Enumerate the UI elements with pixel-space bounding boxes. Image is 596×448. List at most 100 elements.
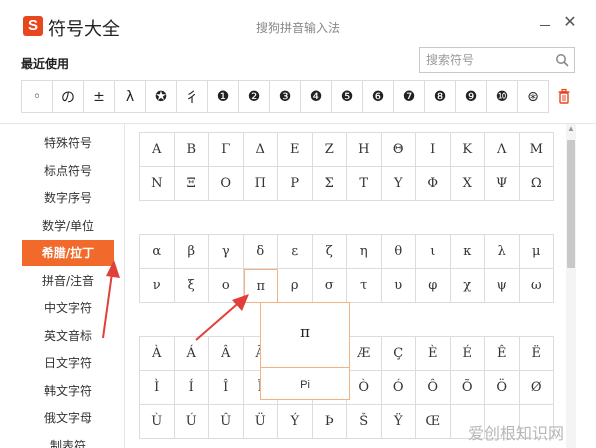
symbol-cell[interactable]: Ν	[140, 167, 175, 201]
symbol-cell[interactable]: Ο	[209, 167, 244, 201]
symbol-cell[interactable]: α	[140, 235, 175, 269]
symbol-cell[interactable]: Ì	[140, 371, 175, 405]
sidebar-item-3[interactable]: 数学/单位	[22, 213, 114, 239]
symbol-cell[interactable]: Ô	[416, 371, 451, 405]
recent-symbol[interactable]: の	[53, 81, 84, 112]
recent-symbol[interactable]: ⊛	[518, 81, 548, 112]
sidebar-item-6[interactable]: 中文字符	[22, 295, 114, 321]
symbol-cell[interactable]: Û	[209, 405, 244, 439]
recent-symbol[interactable]: ❹	[301, 81, 332, 112]
sidebar-item-1[interactable]: 标点符号	[22, 158, 114, 184]
symbol-cell[interactable]: Î	[209, 371, 244, 405]
symbol-cell[interactable]: ν	[140, 269, 175, 303]
symbol-cell[interactable]: τ	[347, 269, 382, 303]
symbol-cell[interactable]: Á	[174, 337, 209, 371]
symbol-cell[interactable]: Φ	[416, 167, 451, 201]
symbol-cell[interactable]: Ë	[519, 337, 554, 371]
symbol-cell[interactable]: κ	[450, 235, 485, 269]
sidebar-item-9[interactable]: 韩文字符	[22, 378, 114, 404]
sidebar-item-4[interactable]: 希腊/拉丁	[22, 240, 114, 266]
symbol-cell[interactable]: χ	[450, 269, 485, 303]
symbol-cell[interactable]: Ü	[243, 405, 278, 439]
symbol-cell[interactable]: Ç	[381, 337, 416, 371]
symbol-cell[interactable]: Í	[174, 371, 209, 405]
symbol-cell[interactable]: Ê	[485, 337, 520, 371]
sidebar-item-10[interactable]: 俄文字母	[22, 405, 114, 431]
symbol-cell[interactable]: Ω	[519, 167, 554, 201]
symbol-cell[interactable]: η	[347, 235, 382, 269]
symbol-cell[interactable]: π	[243, 269, 278, 303]
symbol-cell[interactable]: Æ	[347, 337, 382, 371]
symbol-cell[interactable]: Κ	[450, 133, 485, 167]
sidebar-item-5[interactable]: 拼音/注音	[22, 268, 114, 294]
search-icon[interactable]	[555, 53, 569, 67]
symbol-cell[interactable]: ψ	[485, 269, 520, 303]
symbol-cell[interactable]: γ	[209, 235, 244, 269]
recent-symbol[interactable]: ❽	[425, 81, 456, 112]
search-box[interactable]	[419, 47, 575, 73]
symbol-cell[interactable]: μ	[519, 235, 554, 269]
symbol-cell[interactable]: Η	[347, 133, 382, 167]
recent-symbol[interactable]: ✪	[146, 81, 177, 112]
symbol-cell[interactable]: σ	[312, 269, 347, 303]
symbol-cell[interactable]: Σ	[312, 167, 347, 201]
symbol-cell[interactable]: Β	[174, 133, 209, 167]
symbol-cell[interactable]: δ	[243, 235, 278, 269]
sidebar-item-8[interactable]: 日文字符	[22, 350, 114, 376]
sidebar-item-0[interactable]: 特殊符号	[22, 130, 114, 156]
symbol-cell[interactable]: Ε	[278, 133, 313, 167]
symbol-cell[interactable]: Ø	[519, 371, 554, 405]
recent-symbol[interactable]: ◦	[22, 81, 53, 112]
symbol-cell[interactable]: Ζ	[312, 133, 347, 167]
symbol-cell[interactable]: Θ	[381, 133, 416, 167]
symbol-cell[interactable]: ω	[519, 269, 554, 303]
close-button[interactable]: ✕	[562, 15, 578, 31]
symbol-cell[interactable]: Ι	[416, 133, 451, 167]
sidebar-item-11[interactable]: 制表符	[22, 433, 114, 448]
symbol-cell[interactable]: Â	[209, 337, 244, 371]
recent-symbol[interactable]: ❷	[239, 81, 270, 112]
symbol-cell[interactable]: Ψ	[485, 167, 520, 201]
symbol-cell[interactable]: ο	[209, 269, 244, 303]
scrollbar-thumb[interactable]	[567, 140, 575, 268]
symbol-cell[interactable]: È	[416, 337, 451, 371]
minimize-button[interactable]	[540, 25, 550, 26]
scroll-up-arrow-icon[interactable]: ▲	[566, 124, 576, 134]
symbol-cell[interactable]: Þ	[312, 405, 347, 439]
recent-symbol[interactable]: λ	[115, 81, 146, 112]
symbol-cell[interactable]: Õ	[450, 371, 485, 405]
sidebar-item-7[interactable]: 英文音标	[22, 323, 114, 349]
recent-symbol[interactable]: ❺	[332, 81, 363, 112]
symbol-cell[interactable]: ρ	[278, 269, 313, 303]
search-input[interactable]	[426, 51, 546, 69]
symbol-cell[interactable]: Χ	[450, 167, 485, 201]
recent-symbol[interactable]: ❼	[394, 81, 425, 112]
recent-symbol[interactable]: ❸	[270, 81, 301, 112]
symbol-cell[interactable]: θ	[381, 235, 416, 269]
symbol-cell[interactable]: β	[174, 235, 209, 269]
sidebar-item-2[interactable]: 数字序号	[22, 185, 114, 211]
symbol-cell[interactable]: À	[140, 337, 175, 371]
recent-symbol[interactable]: ❻	[363, 81, 394, 112]
symbol-cell[interactable]: ι	[416, 235, 451, 269]
symbol-cell[interactable]: É	[450, 337, 485, 371]
symbol-cell[interactable]: φ	[416, 269, 451, 303]
symbol-cell[interactable]: λ	[485, 235, 520, 269]
symbol-cell[interactable]: Τ	[347, 167, 382, 201]
symbol-cell[interactable]: ε	[278, 235, 313, 269]
symbol-cell[interactable]: Ö	[485, 371, 520, 405]
symbol-cell[interactable]: Π	[243, 167, 278, 201]
symbol-cell[interactable]: Ó	[381, 371, 416, 405]
recent-symbol[interactable]: ±	[84, 81, 115, 112]
symbol-cell[interactable]: Ρ	[278, 167, 313, 201]
symbol-cell[interactable]: Ú	[174, 405, 209, 439]
symbol-cell[interactable]: ξ	[174, 269, 209, 303]
symbol-cell[interactable]: Α	[140, 133, 175, 167]
recent-symbol[interactable]: ❶	[208, 81, 239, 112]
symbol-cell[interactable]: Υ	[381, 167, 416, 201]
symbol-cell[interactable]: υ	[381, 269, 416, 303]
symbol-cell[interactable]: Λ	[485, 133, 520, 167]
symbol-cell[interactable]: Ý	[278, 405, 313, 439]
symbol-cell[interactable]: Μ	[519, 133, 554, 167]
recent-symbol[interactable]: 彳	[177, 81, 208, 112]
